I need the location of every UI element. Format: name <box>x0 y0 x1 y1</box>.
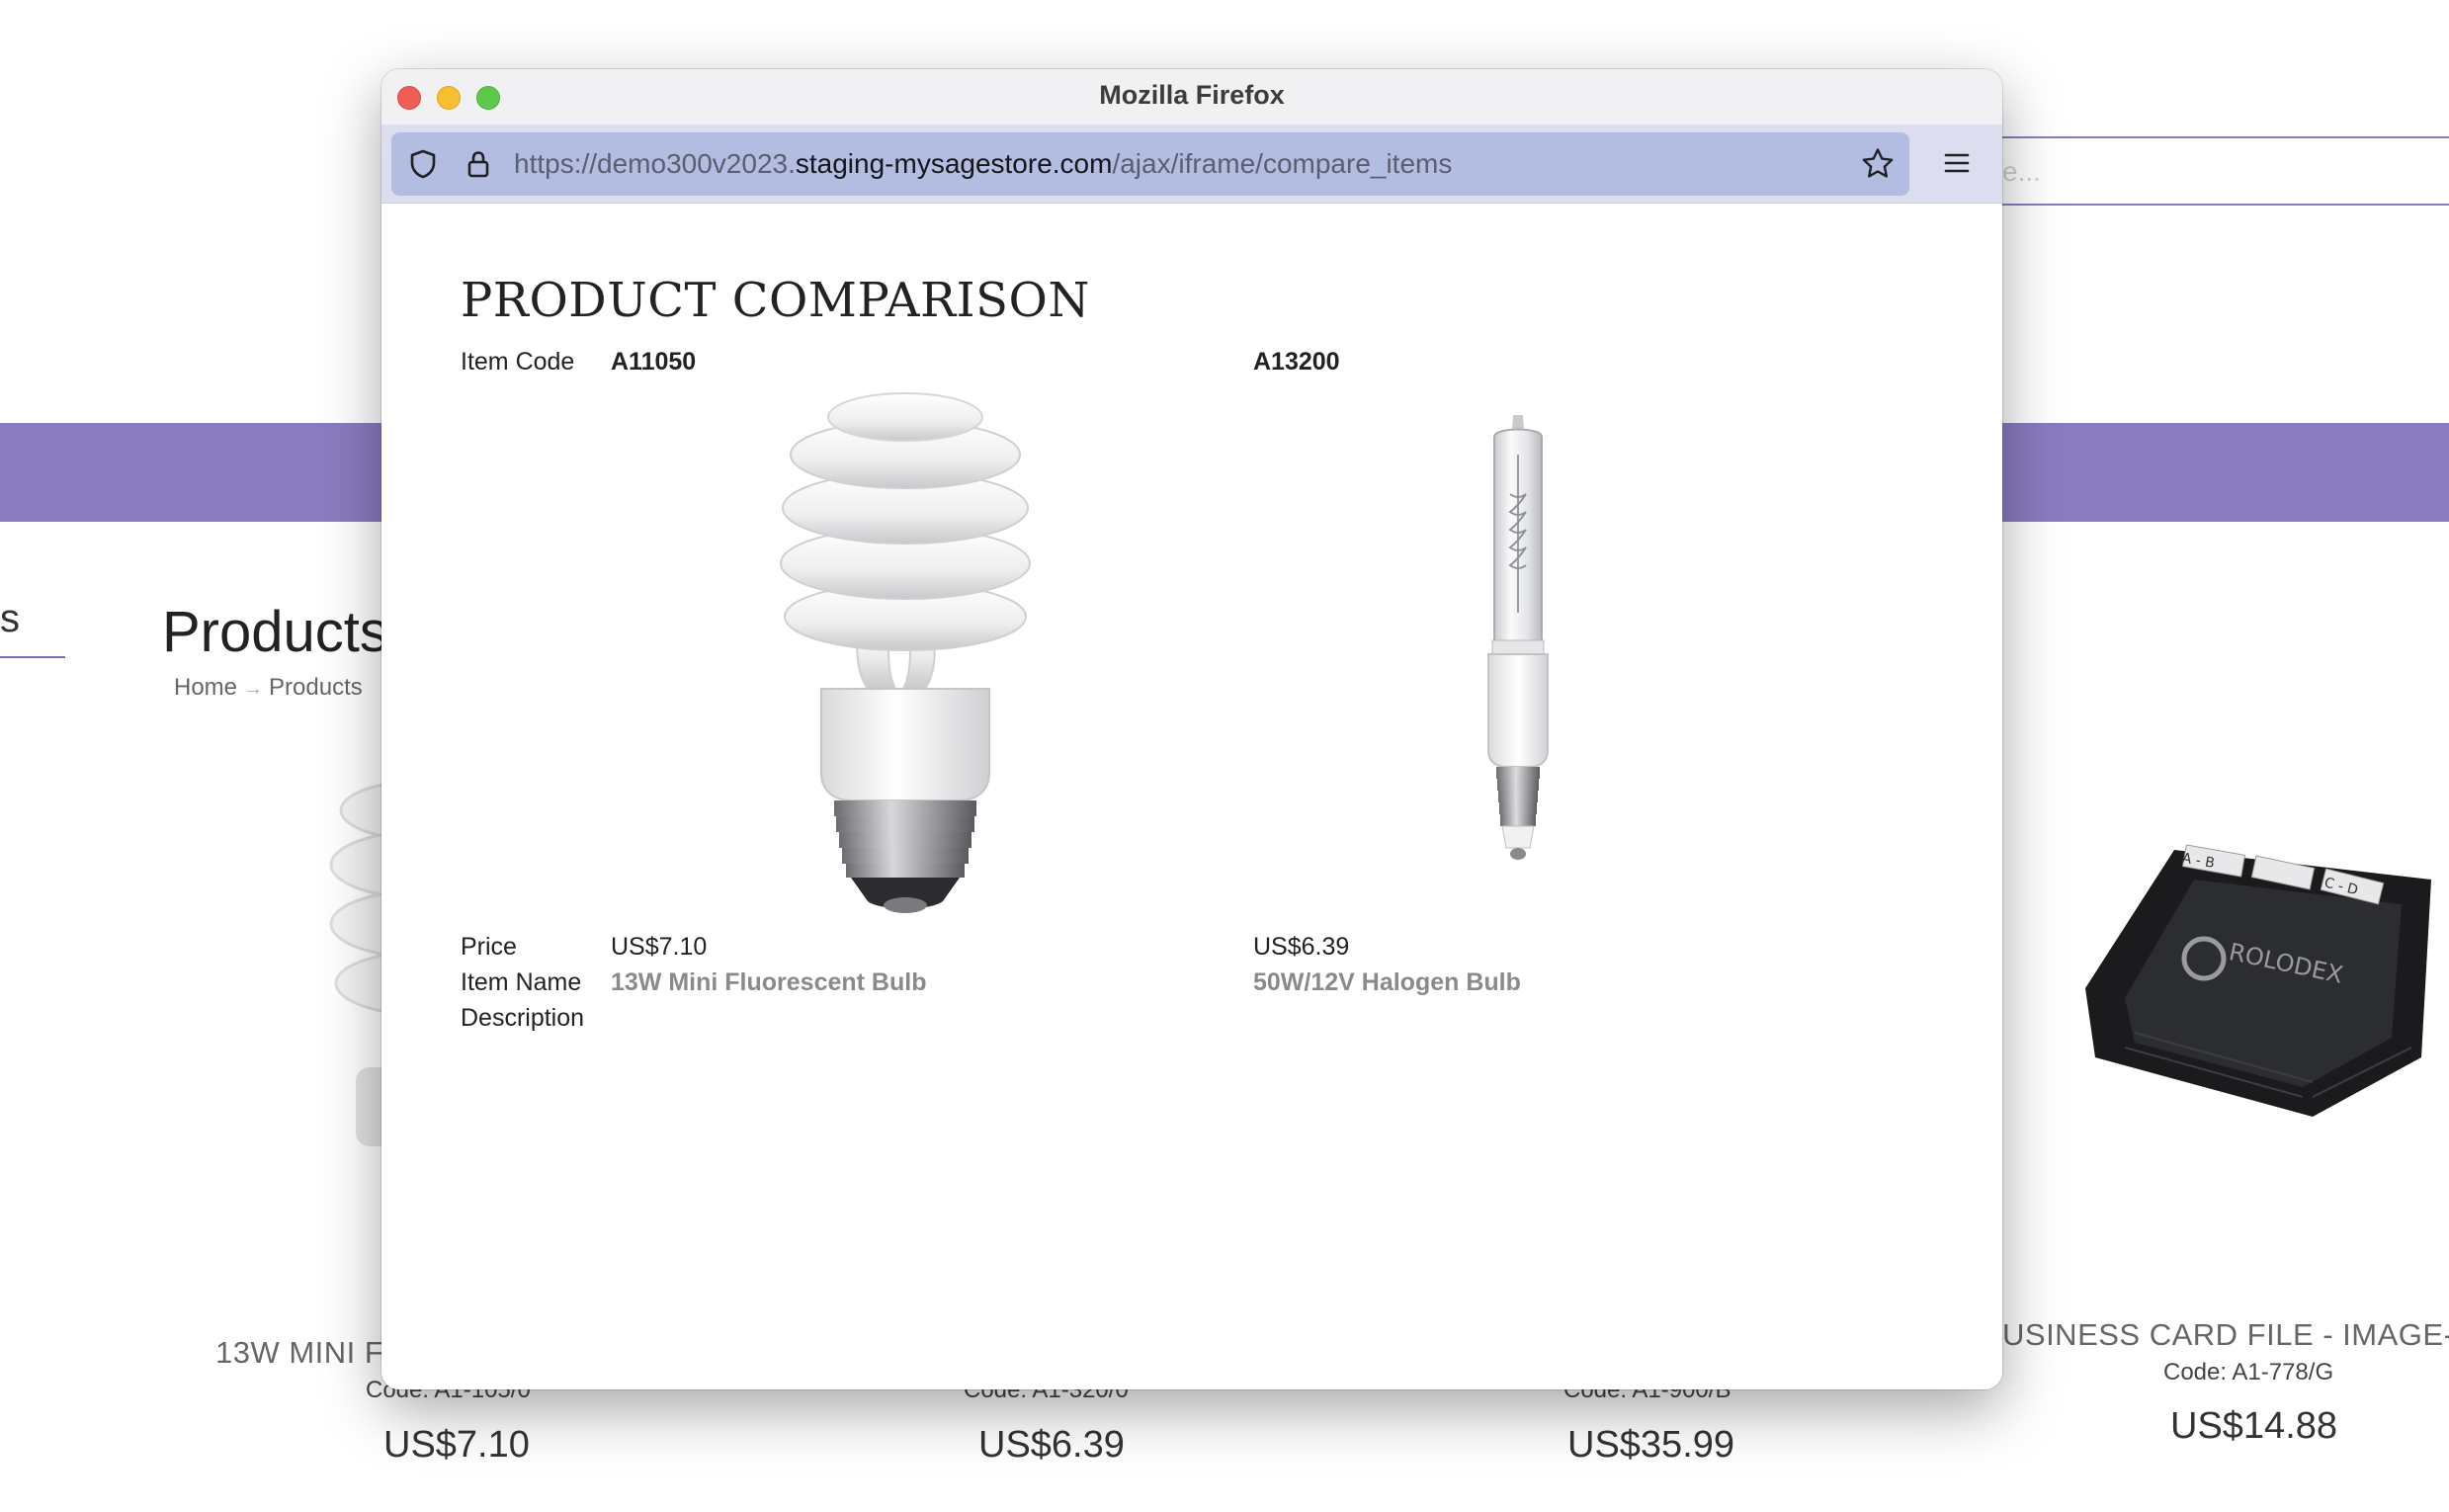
product-card-price: US$7.10 <box>383 1424 530 1466</box>
url-host: staging-mysagestore.com <box>795 148 1113 179</box>
lock-icon[interactable] <box>463 148 494 185</box>
page-heading: Products <box>162 600 388 664</box>
product-image-fluorescent-bulb[interactable] <box>757 387 1054 926</box>
sidebar-tab-underline <box>0 656 65 658</box>
star-icon[interactable] <box>1860 146 1896 187</box>
firefox-window: Mozilla Firefox https://demo300v2023.sta… <box>381 69 2002 1389</box>
breadcrumb-products[interactable]: Products <box>269 674 363 701</box>
shield-icon[interactable] <box>407 148 439 185</box>
breadcrumb-arrow-icon: → <box>243 678 264 700</box>
product-card-price: US$35.99 <box>1567 1424 1735 1466</box>
product-card-code: Code: A1-778/G <box>2163 1359 2334 1386</box>
price-label: Price <box>461 933 517 961</box>
product-card-title[interactable]: USINESS CARD FILE - IMAGE- <box>2002 1317 2449 1353</box>
description-label: Description <box>461 1004 585 1032</box>
window-title: Mozilla Firefox <box>1099 80 1285 110</box>
item-code-label: Item Code <box>461 348 575 376</box>
url-path: /ajax/iframe/compare_items <box>1112 148 1453 179</box>
item-name-link[interactable]: 13W Mini Fluorescent Bulb <box>611 968 926 997</box>
breadcrumb: Home → Products <box>174 674 363 702</box>
compare-content: PRODUCT COMPARISON Item Code A11050 A132… <box>381 204 2002 1389</box>
url-bar[interactable]: https://demo300v2023.staging-mysagestore… <box>391 132 1909 196</box>
item-name-link[interactable]: 50W/12V Halogen Bulb <box>1253 968 1521 997</box>
url-prefix: https://demo300v2023. <box>514 148 796 179</box>
item-code-value: A13200 <box>1253 348 1340 376</box>
price-value: US$6.39 <box>1253 933 1350 961</box>
sidebar-tab-label[interactable]: s <box>0 597 20 641</box>
page-title: PRODUCT COMPARISON <box>461 273 1090 328</box>
browser-toolbar: https://demo300v2023.staging-mysagestore… <box>381 125 2002 204</box>
menu-icon[interactable] <box>1943 151 1971 180</box>
product-image-halogen-bulb[interactable] <box>1459 415 1577 894</box>
search-input[interactable]: e... <box>2002 136 2449 206</box>
title-bar[interactable]: Mozilla Firefox <box>381 69 2002 125</box>
product-image-rolodex[interactable]: A - B C - D ROLODEX <box>2066 810 2441 1127</box>
url-text[interactable]: https://demo300v2023.staging-mysagestore… <box>514 148 1452 180</box>
product-card-price: US$6.39 <box>978 1424 1125 1466</box>
search-placeholder: e... <box>2002 156 2041 187</box>
breadcrumb-home[interactable]: Home <box>174 674 237 701</box>
item-name-label: Item Name <box>461 968 582 996</box>
item-code-value: A11050 <box>611 348 697 376</box>
price-value: US$7.10 <box>611 933 708 961</box>
product-card-title[interactable]: 13W MINI F <box>215 1335 383 1371</box>
product-card-price: US$14.88 <box>2170 1405 2338 1447</box>
